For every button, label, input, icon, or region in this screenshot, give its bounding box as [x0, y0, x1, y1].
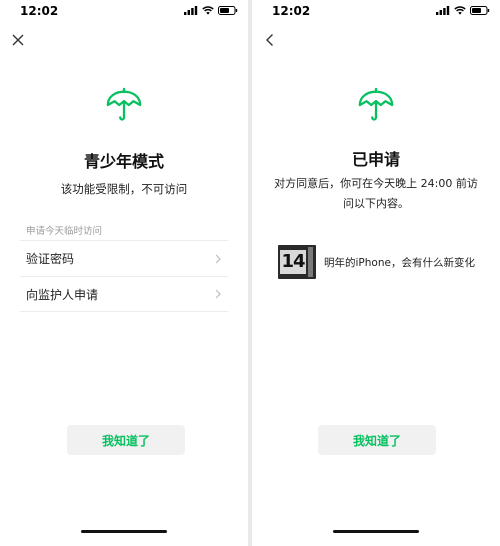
- acknowledge-button[interactable]: 我知道了: [318, 425, 436, 455]
- wifi-icon: [454, 6, 466, 15]
- menu-item-label: 验证密码: [26, 252, 75, 266]
- thumbnail-text: 14: [280, 250, 306, 274]
- status-time: 12:02: [272, 4, 311, 18]
- battery-icon: [218, 6, 238, 15]
- back-button[interactable]: [260, 30, 280, 50]
- chevron-right-icon: [215, 289, 221, 299]
- status-icons: [184, 6, 238, 15]
- article-title: 明年的iPhone，会有什么新变化: [324, 256, 475, 269]
- status-icons: [436, 6, 490, 15]
- page-subtitle: 该功能受限制，不可访问: [60, 182, 188, 196]
- thumbnail-band: [308, 247, 313, 277]
- section-label: 申请今天临时访问: [26, 226, 103, 237]
- signal-icon: [184, 6, 198, 15]
- wifi-icon: [202, 6, 214, 15]
- close-button[interactable]: [8, 30, 28, 50]
- request-guardian-item[interactable]: 向监护人申请: [20, 276, 228, 312]
- teen-mode-screen: 12:02 青少年模式 该功能受限制，不可访问 申请今天临时访问 验证密码 向监…: [0, 0, 248, 546]
- close-icon: [12, 34, 24, 46]
- signal-icon: [436, 6, 450, 15]
- battery-icon: [470, 6, 490, 15]
- back-icon: [266, 34, 273, 46]
- status-bar: 12:02: [252, 0, 500, 22]
- verify-password-item[interactable]: 验证密码: [20, 240, 228, 276]
- home-indicator[interactable]: [81, 530, 167, 533]
- article-thumbnail: 14: [278, 245, 316, 279]
- menu-item-label: 向监护人申请: [26, 287, 99, 302]
- umbrella-icon: [358, 87, 394, 121]
- home-indicator[interactable]: [333, 530, 419, 533]
- request-submitted-screen: 12:02 已申请 对方同意后，你可在今天晚上 24:00 前访问以下内容。 1…: [252, 0, 500, 546]
- chevron-right-icon: [215, 254, 221, 263]
- page-title: 青少年模式: [83, 152, 164, 171]
- status-bar: 12:02: [0, 0, 248, 22]
- page-title: 已申请: [351, 150, 400, 169]
- umbrella-icon: [106, 87, 142, 121]
- description: 对方同意后，你可在今天晚上 24:00 前访问以下内容。: [274, 177, 478, 210]
- acknowledge-button[interactable]: 我知道了: [67, 425, 185, 455]
- status-time: 12:02: [20, 4, 59, 18]
- article-item[interactable]: 14 明年的iPhone，会有什么新变化: [278, 244, 480, 280]
